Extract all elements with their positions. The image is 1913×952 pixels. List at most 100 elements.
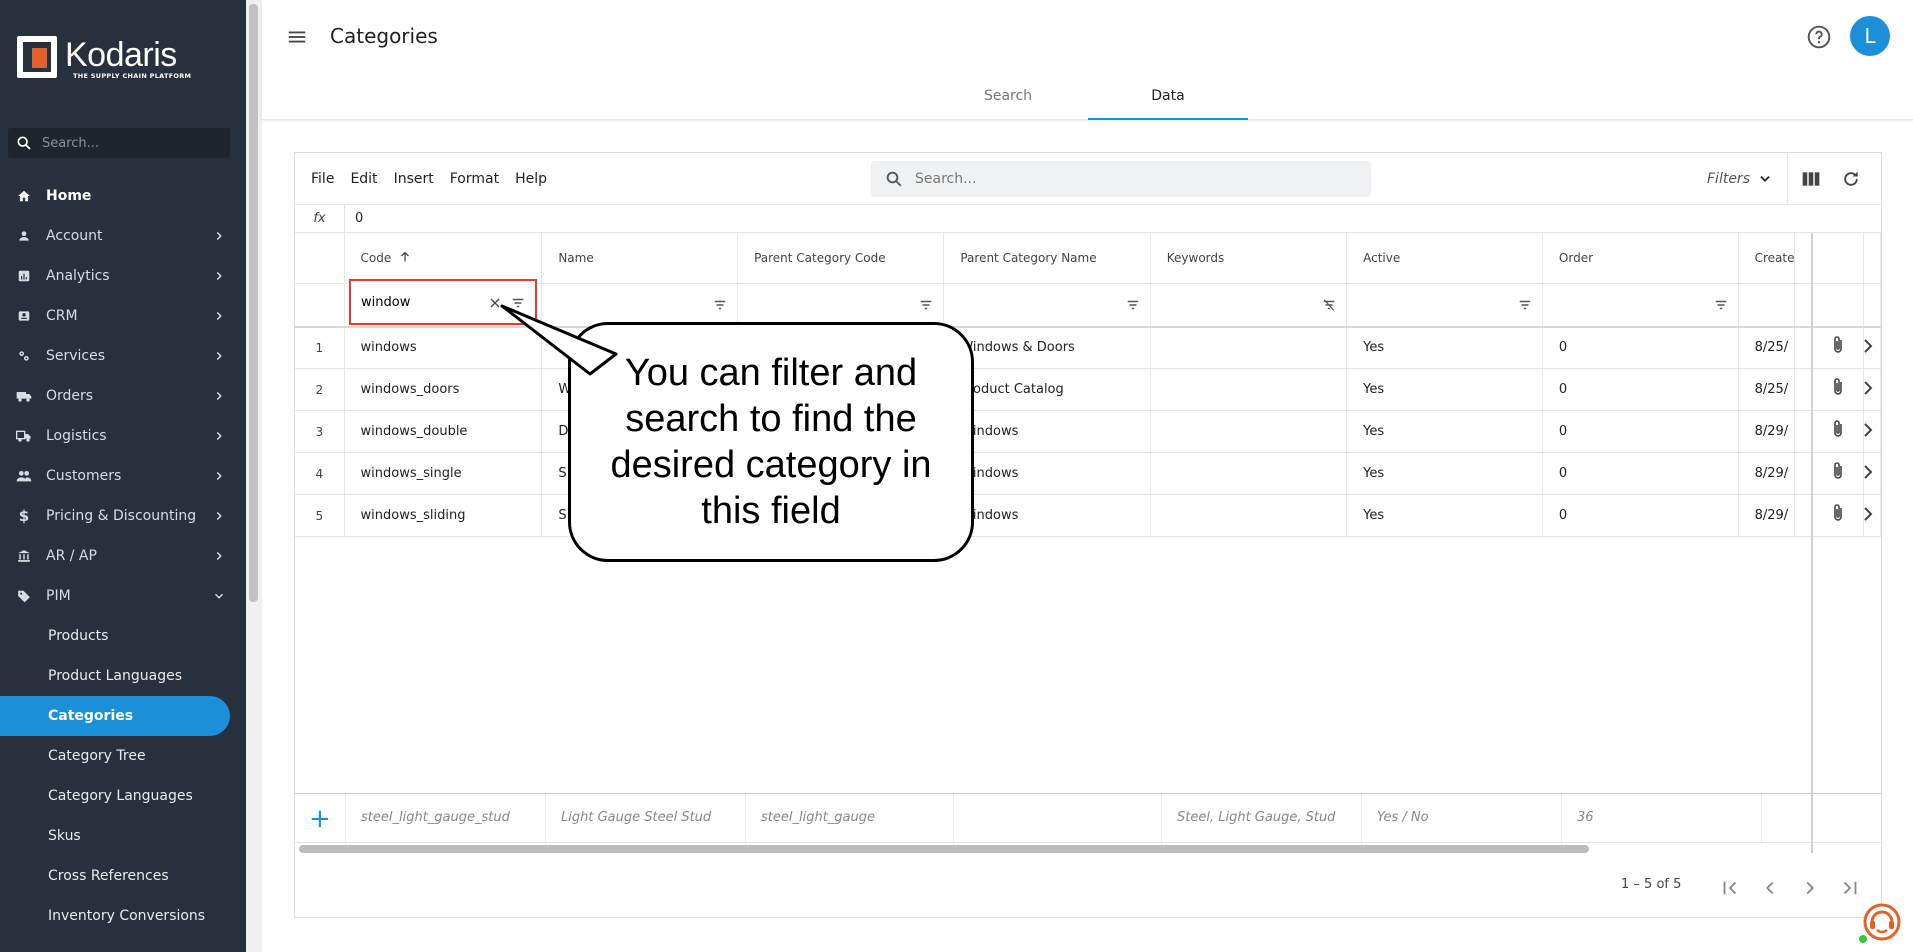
sidebar-subitem-category-languages[interactable]: Category Languages — [0, 776, 246, 816]
attachment-icon[interactable] — [1831, 461, 1845, 481]
cell-order[interactable]: 0 — [1542, 368, 1739, 411]
filters-dropdown[interactable]: Filters — [1707, 171, 1772, 187]
new-row-order[interactable]: 36 — [1577, 810, 1594, 825]
grid-search[interactable] — [871, 161, 1371, 197]
user-avatar[interactable]: L — [1850, 16, 1890, 56]
chat-support-icon[interactable] — [1858, 900, 1902, 944]
filter-icon[interactable] — [919, 298, 933, 312]
cell-keywords[interactable] — [1150, 326, 1348, 369]
table-row[interactable]: 3 windows_double D Windows Yes 0 8/29/ — [295, 410, 1881, 453]
sort-ascending-icon[interactable] — [399, 251, 411, 263]
sidebar-item-pricing[interactable]: $ Pricing & Discounting — [0, 496, 246, 536]
menu-edit[interactable]: Edit — [350, 171, 377, 187]
sidebar-item-ar-ap[interactable]: AR / AP — [0, 536, 246, 576]
column-header-active[interactable]: Active — [1346, 233, 1543, 284]
column-header-code[interactable]: Code — [344, 233, 543, 284]
horizontal-scrollbar-thumb[interactable] — [299, 845, 1589, 853]
attachment-icon[interactable] — [1831, 503, 1845, 523]
cell-keywords[interactable] — [1150, 494, 1348, 537]
filter-icon[interactable] — [1126, 298, 1140, 312]
refresh-icon[interactable] — [1841, 169, 1861, 189]
cell-created[interactable]: 8/29/ — [1738, 410, 1796, 453]
cell-code[interactable]: windows_double — [344, 410, 543, 453]
filter-cell-order[interactable] — [1542, 283, 1739, 328]
tab-data[interactable]: Data — [1088, 78, 1248, 120]
chevron-right-icon[interactable] — [1863, 381, 1873, 395]
sidebar-scrollbar-thumb[interactable] — [249, 4, 258, 602]
cell-keywords[interactable] — [1150, 368, 1348, 411]
cell-attach[interactable] — [1794, 410, 1864, 453]
sidebar-item-logistics[interactable]: Logistics — [0, 416, 246, 456]
filter-icon[interactable] — [713, 298, 727, 312]
hamburger-menu-icon[interactable] — [286, 26, 308, 48]
sidebar-subitem-cross-references[interactable]: Cross References — [0, 856, 246, 896]
menu-insert[interactable]: Insert — [394, 171, 434, 187]
sidebar-item-crm[interactable]: CRM — [0, 296, 246, 336]
chevron-right-icon[interactable] — [1863, 339, 1873, 353]
last-page-icon[interactable] — [1839, 877, 1861, 899]
first-page-icon[interactable] — [1719, 877, 1741, 899]
attachment-icon[interactable] — [1831, 335, 1845, 355]
menu-format[interactable]: Format — [450, 171, 499, 187]
filter-icon[interactable] — [1714, 298, 1728, 312]
new-row-code[interactable]: steel_light_gauge_stud — [361, 810, 510, 825]
previous-page-icon[interactable] — [1759, 877, 1781, 899]
sidebar-subitem-product-languages[interactable]: Product Languages — [0, 656, 246, 696]
table-row[interactable]: 4 windows_single S Windows Yes 0 8/29/ — [295, 452, 1881, 495]
attachment-icon[interactable] — [1831, 419, 1845, 439]
cell-keywords[interactable] — [1150, 410, 1348, 453]
horizontal-scrollbar[interactable] — [295, 843, 1881, 855]
sidebar-item-services[interactable]: Services — [0, 336, 246, 376]
sidebar-search[interactable] — [8, 128, 230, 158]
sidebar-subitem-skus[interactable]: Skus — [0, 816, 246, 856]
filter-cell-parent-name[interactable] — [943, 283, 1151, 328]
cell-created[interactable]: 8/25/ — [1738, 368, 1796, 411]
add-row-icon[interactable]: + — [309, 804, 331, 834]
grid-search-input[interactable] — [915, 171, 1335, 187]
new-row-name[interactable]: Light Gauge Steel Stud — [561, 810, 711, 825]
code-filter-input[interactable] — [361, 295, 481, 310]
column-header-keywords[interactable]: Keywords — [1150, 233, 1348, 284]
attachment-icon[interactable] — [1831, 377, 1845, 397]
columns-icon[interactable] — [1801, 169, 1821, 189]
cell-code[interactable]: windows_sliding — [344, 494, 543, 537]
cell-parent-name[interactable]: Windows & Doors — [943, 326, 1151, 369]
sidebar-item-orders[interactable]: Orders — [0, 376, 246, 416]
cell-attach[interactable] — [1794, 326, 1864, 369]
filter-cell-active[interactable] — [1346, 283, 1543, 328]
next-page-icon[interactable] — [1799, 877, 1821, 899]
menu-help[interactable]: Help — [515, 171, 547, 187]
cell-active[interactable]: Yes — [1346, 410, 1543, 453]
column-header-name[interactable]: Name — [541, 233, 739, 284]
cell-parent-name[interactable]: Product Catalog — [943, 368, 1151, 411]
sidebar-item-customers[interactable]: Customers — [0, 456, 246, 496]
sidebar-item-home[interactable]: Home — [0, 176, 246, 216]
cell-attach[interactable] — [1794, 494, 1864, 537]
cell-code[interactable]: windows_single — [344, 452, 543, 495]
sidebar-search-input[interactable] — [42, 135, 212, 151]
sidebar-subitem-products[interactable]: Products — [0, 616, 246, 656]
column-header-order[interactable]: Order — [1542, 233, 1739, 284]
sidebar-subitem-category-tree[interactable]: Category Tree — [0, 736, 246, 776]
cell-attach[interactable] — [1794, 452, 1864, 495]
new-row-active[interactable]: Yes / No — [1377, 810, 1429, 825]
column-header-created[interactable]: Create — [1738, 233, 1796, 284]
tab-search[interactable]: Search — [928, 78, 1088, 120]
cell-order[interactable]: 0 — [1542, 326, 1739, 369]
cell-order[interactable]: 0 — [1542, 494, 1739, 537]
kodaris-logo[interactable]: Kodaris THE SUPPLY CHAIN PLATFORM — [17, 34, 197, 82]
cell-order[interactable]: 0 — [1542, 452, 1739, 495]
cell-parent-name[interactable]: Windows — [943, 410, 1151, 453]
chevron-right-icon[interactable] — [1863, 423, 1873, 437]
new-row-parent-code[interactable]: steel_light_gauge — [761, 810, 875, 825]
filter-icon[interactable] — [1518, 298, 1532, 312]
sidebar-subitem-inventory-conversions[interactable]: Inventory Conversions — [0, 896, 246, 936]
chevron-right-icon[interactable] — [1863, 507, 1873, 521]
cell-parent-name[interactable]: Windows — [943, 494, 1151, 537]
cell-created[interactable]: 8/29/ — [1738, 494, 1796, 537]
filter-off-icon[interactable] — [1322, 298, 1336, 312]
chevron-right-icon[interactable] — [1863, 465, 1873, 479]
sidebar-item-pim[interactable]: PIM — [0, 576, 246, 616]
formula-value[interactable]: 0 — [355, 205, 363, 233]
cell-active[interactable]: Yes — [1346, 494, 1543, 537]
